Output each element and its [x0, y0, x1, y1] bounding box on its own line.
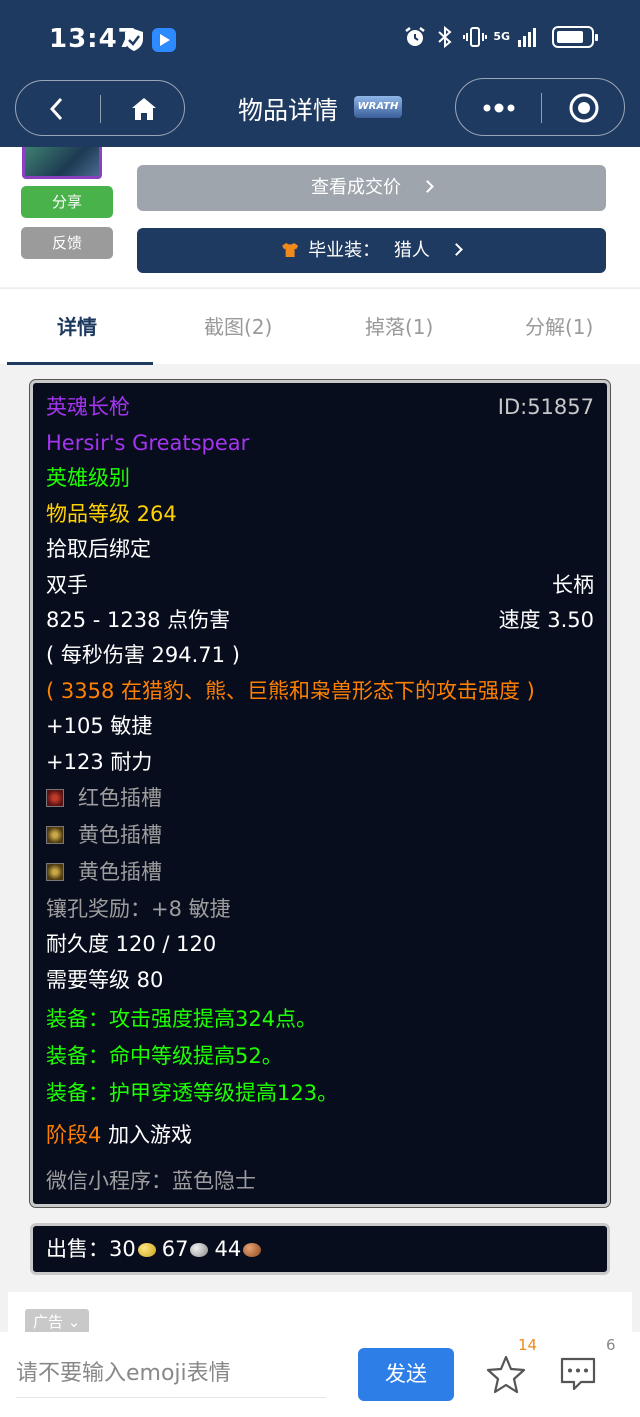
item-agility: +105 敏捷 — [46, 714, 153, 738]
item-feral-ap: ( 3358 在猎豹、熊、巨熊和枭兽形态下的攻击强度 ) — [46, 679, 535, 703]
nav-left-capsule — [15, 80, 185, 136]
item-id: ID:51857 — [497, 395, 594, 419]
favorite-count: 14 — [518, 1336, 538, 1354]
socket-yellow-label: 黄色插槽 — [78, 860, 162, 884]
vibrate-icon — [463, 27, 488, 47]
bis-button[interactable]: 毕业装： 猎人 — [137, 228, 606, 273]
item-durability: 耐久度 120 / 120 — [46, 932, 217, 956]
shield-check-icon — [125, 29, 143, 51]
nav-right-capsule — [455, 78, 625, 136]
star-icon[interactable] — [486, 1354, 526, 1394]
source-note: 微信小程序：蓝色隐士 — [46, 1169, 256, 1193]
phase-label: 阶段4 — [46, 1123, 102, 1147]
copper-amount: 44 — [214, 1237, 242, 1261]
item-stamina: +123 耐力 — [46, 750, 153, 774]
send-button[interactable]: 发送 — [358, 1348, 454, 1401]
shirt-icon — [282, 243, 299, 257]
item-dps: ( 每秒伤害 294.71 ) — [46, 643, 240, 667]
view-price-label: 查看成交价 — [311, 177, 401, 198]
home-icon[interactable] — [129, 94, 159, 124]
chevron-right-icon — [449, 243, 463, 256]
battery-icon — [552, 26, 598, 48]
tab-screenshots[interactable]: 截图(2) — [204, 311, 272, 340]
alarm-icon — [405, 27, 426, 46]
silver-coin-icon — [190, 1243, 209, 1257]
signal-icon — [518, 28, 536, 47]
item-binding: 拾取后绑定 — [46, 537, 151, 561]
item-required-level: 需要等级 80 — [46, 968, 164, 992]
phase-row: 阶段4 加入游戏 — [46, 1121, 192, 1149]
share-button[interactable]: 分享 — [21, 186, 113, 218]
item-tooltip: 英魂长枪 ID:51857 Hersir's Greatspear 英雄级别 物… — [29, 379, 611, 1208]
socket-yellow-row: 黄色插槽 — [46, 821, 162, 849]
sell-price: 出售：30 67 44 — [30, 1223, 610, 1275]
item-level: 物品等级 264 — [46, 502, 177, 526]
socket-yellow-row: 黄色插槽 — [46, 858, 162, 886]
comment-icon[interactable] — [559, 1356, 597, 1392]
sell-label: 出售： — [46, 1237, 109, 1261]
item-name-cn: 英魂长枪 — [46, 395, 130, 419]
item-name-en: Hersir's Greatspear — [46, 431, 250, 455]
item-slot: 双手 — [46, 573, 88, 597]
feedback-button[interactable]: 反馈 — [21, 227, 113, 259]
yellow-socket-icon — [46, 863, 64, 881]
item-header: 分享 反馈 查看成交价 毕业装： 猎人 — [0, 147, 640, 287]
view-price-button[interactable]: 查看成交价 — [137, 165, 606, 211]
gold-amount: 30 — [109, 1237, 136, 1261]
back-arrow-icon[interactable] — [42, 94, 72, 124]
expansion-badge: WRATH — [354, 96, 402, 118]
socket-red-label: 红色插槽 — [78, 786, 162, 810]
item-quality: 英雄级别 — [46, 466, 130, 490]
gold-coin-icon — [137, 1243, 156, 1257]
close-miniprogram-icon[interactable] — [568, 92, 600, 124]
tab-drops[interactable]: 掉落(1) — [365, 311, 433, 340]
tab-bar: 详情 截图(2) 掉落(1) 分解(1) — [0, 288, 640, 365]
ad-label: 广告 — [33, 1313, 64, 1331]
bis-label: 毕业装： — [308, 240, 381, 261]
comment-input[interactable]: 请不要输入emoji表情 — [16, 1332, 326, 1398]
page-title: 物品详情 — [238, 96, 339, 125]
item-damage: 825 - 1238 点伤害 — [46, 608, 231, 632]
item-speed: 速度 3.50 — [498, 608, 594, 632]
equip-effect: 装备：命中等级提高52。 — [46, 1044, 283, 1068]
socket-yellow-label: 黄色插槽 — [78, 823, 162, 847]
app-notification-icon — [152, 28, 176, 52]
active-tab-indicator — [7, 362, 153, 365]
top-bar: 13:47 5G 物品详情 WRATH — [0, 0, 640, 147]
bis-class: 猎人 — [393, 240, 430, 261]
equip-effect: 装备：护甲穿透等级提高123。 — [46, 1081, 339, 1105]
socket-red-row: 红色插槽 — [46, 784, 162, 812]
silver-amount: 67 — [161, 1237, 189, 1261]
bluetooth-icon — [438, 25, 452, 49]
network-type: 5G — [493, 30, 510, 43]
comment-count: 6 — [606, 1336, 616, 1354]
more-options-icon[interactable] — [480, 93, 518, 123]
chevron-right-icon — [421, 180, 434, 193]
tab-disenchant[interactable]: 分解(1) — [525, 311, 593, 340]
item-type: 长柄 — [552, 573, 594, 597]
tab-details[interactable]: 详情 — [57, 311, 97, 340]
equip-effect: 装备：攻击强度提高324点。 — [46, 1007, 318, 1031]
status-icons: 5G — [403, 25, 598, 49]
item-thumbnail[interactable] — [22, 147, 102, 179]
yellow-socket-icon — [46, 826, 64, 844]
copper-coin-icon — [243, 1243, 262, 1257]
socket-bonus: 镶孔奖励：+8 敏捷 — [46, 897, 231, 921]
red-socket-icon — [46, 789, 64, 807]
comment-bar: 请不要输入emoji表情 发送 14 6 — [0, 1332, 640, 1417]
phase-suffix: 加入游戏 — [108, 1123, 193, 1147]
